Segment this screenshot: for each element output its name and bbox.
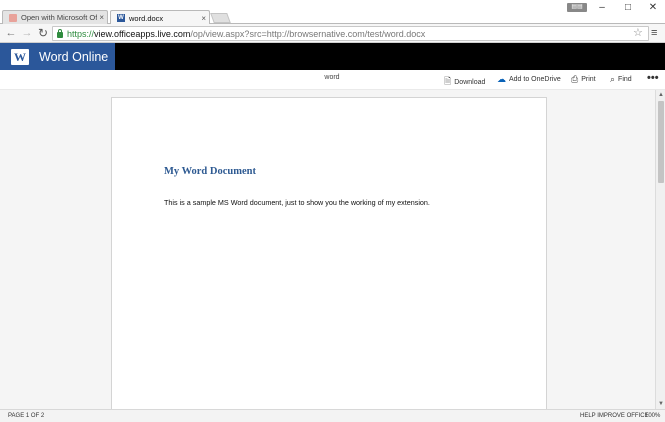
reload-button[interactable]: ↻ <box>36 26 50 40</box>
find-button[interactable]: ⌕ Find <box>610 74 632 85</box>
window-user-badge-icon[interactable]: ▤▤ <box>567 3 587 12</box>
document-paragraph: This is a sample MS Word document, just … <box>164 198 430 207</box>
lock-icon <box>57 28 63 38</box>
search-icon: ⌕ <box>610 74 616 84</box>
scroll-up-icon[interactable]: ▲ <box>657 91 665 99</box>
app-name: Word Online <box>39 49 109 64</box>
minimize-button[interactable]: – <box>589 1 615 15</box>
browser-menu-icon[interactable]: ≡ <box>651 26 657 40</box>
help-improve-office-link[interactable]: HELP IMPROVE OFFICE <box>580 413 649 419</box>
download-label: Download <box>454 78 486 86</box>
print-label: Print <box>581 76 596 83</box>
printer-icon: ⎙ <box>571 74 579 84</box>
forward-button[interactable]: → <box>20 26 34 40</box>
page-favicon-icon <box>9 13 17 22</box>
url-scheme: https:// <box>67 28 95 39</box>
document-name: word <box>324 74 340 81</box>
tab-open-with-office[interactable]: Open with Microsoft Office × <box>2 10 108 24</box>
tab-title: Open with Microsoft Office <box>21 13 98 22</box>
browser-toolbar: ← → ↻ https://view.officeapps.live.com/o… <box>0 24 665 43</box>
command-bar: word 🗎 Download ☁ Add to OneDrive ⎙ Prin… <box>0 70 665 90</box>
onedrive-label: Add to OneDrive <box>509 76 561 83</box>
bookmark-star-icon[interactable]: ☆ <box>633 26 643 40</box>
word-logo-icon: W <box>11 48 29 65</box>
address-bar[interactable]: https://view.officeapps.live.com/op/view… <box>52 26 649 41</box>
vertical-scrollbar[interactable]: ▲ ▼ <box>655 90 665 409</box>
add-to-onedrive-button[interactable]: ☁ Add to OneDrive <box>497 74 561 85</box>
browser-tabstrip: Open with Microsoft Office × W word.docx… <box>0 0 665 25</box>
url-host: view.officeapps.live.com <box>94 28 191 39</box>
new-tab-button[interactable] <box>210 13 231 23</box>
cloud-icon: ☁ <box>497 74 506 84</box>
document-heading: My Word Document <box>164 166 256 177</box>
tab-title: word.docx <box>129 13 164 23</box>
download-icon: 🗎 <box>444 76 452 86</box>
download-button[interactable]: 🗎 Download <box>444 74 485 90</box>
word-favicon-icon: W <box>117 14 125 22</box>
document-page[interactable]: My Word Document This is a sample MS Wor… <box>111 97 547 409</box>
back-button[interactable]: ← <box>4 26 18 40</box>
close-window-button[interactable]: ✕ <box>640 1 665 15</box>
tab-close-icon[interactable]: × <box>201 14 206 23</box>
find-label: Find <box>618 76 632 83</box>
tab-close-icon[interactable]: × <box>99 13 104 22</box>
print-button[interactable]: ⎙ Print <box>571 74 596 85</box>
document-canvas[interactable]: My Word Document This is a sample MS Wor… <box>0 90 655 409</box>
scroll-down-icon[interactable]: ▼ <box>657 400 665 408</box>
app-brand[interactable]: W Word Online <box>0 43 115 70</box>
page-count: PAGE 1 OF 2 <box>8 413 45 419</box>
maximize-button[interactable]: □ <box>615 1 641 15</box>
status-bar: PAGE 1 OF 2 HELP IMPROVE OFFICE 100% <box>0 409 665 422</box>
url-path: /op/view.aspx?src=http://browsernative.c… <box>190 28 426 39</box>
more-options-button[interactable]: ••• <box>647 72 659 84</box>
scroll-thumb[interactable] <box>658 101 664 183</box>
tab-word-docx[interactable]: W word.docx × <box>110 10 210 25</box>
app-header: W Word Online <box>0 43 665 70</box>
zoom-level[interactable]: 100% <box>645 413 660 419</box>
